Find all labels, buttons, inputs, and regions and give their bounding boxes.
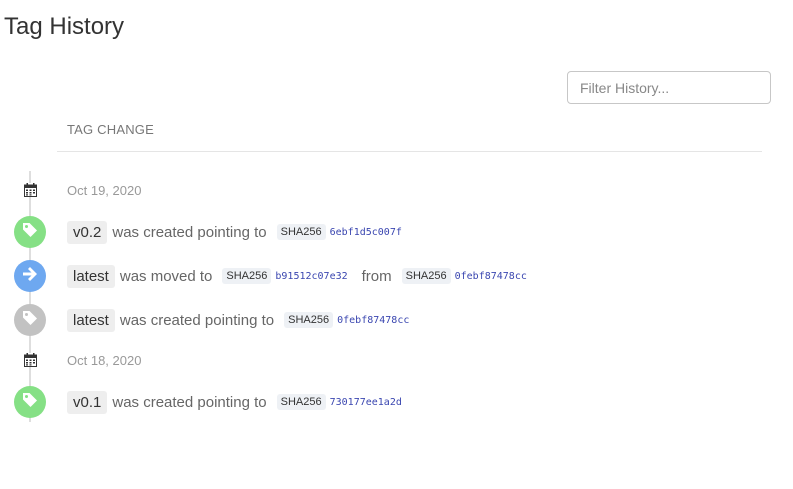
manifest-digest-link[interactable]: b91512c07e32 <box>275 271 347 282</box>
tag-change-row: latest was created pointing to SHA256 0f… <box>0 303 409 337</box>
tag-created-badge <box>14 304 46 336</box>
tag-icon <box>21 391 39 414</box>
from-text: from <box>361 267 392 285</box>
filter-history-input[interactable] <box>567 71 771 104</box>
date-row: Oct 19, 2020 <box>0 173 141 207</box>
manifest-digest-link[interactable]: 6ebf1d5c007f <box>330 227 402 238</box>
tag-name[interactable]: v0.1 <box>67 390 108 414</box>
manifest-digest-link[interactable]: 0febf87478cc <box>337 315 409 326</box>
tag-change-row: latest was moved to SHA256 b91512c07e32 … <box>0 259 527 293</box>
arrow-right-icon <box>21 265 39 288</box>
column-header-tag-change: TAG CHANGE <box>67 122 154 137</box>
sha-label: SHA256 <box>276 224 326 240</box>
date-label: Oct 19, 2020 <box>67 182 142 198</box>
tag-created-badge <box>14 386 46 418</box>
tag-icon <box>21 309 39 332</box>
header-divider <box>57 151 762 152</box>
tag-name[interactable]: latest <box>67 308 115 332</box>
page-title: Tag History <box>4 13 125 40</box>
action-text: was created pointing to <box>112 223 267 241</box>
action-text: was created pointing to <box>119 311 275 329</box>
sha-label: SHA256 <box>284 312 334 328</box>
action-text: was moved to <box>119 267 213 285</box>
manifest-digest-link[interactable]: 0febf87478cc <box>455 271 527 282</box>
sha-label: SHA256 <box>276 394 326 410</box>
tag-moved-badge <box>14 260 46 292</box>
tag-icon <box>21 221 39 244</box>
sha-label: SHA256 <box>222 268 272 284</box>
action-text: was created pointing to <box>112 393 267 411</box>
calendar-icon <box>23 183 37 197</box>
sha-label: SHA256 <box>401 268 451 284</box>
tag-change-row: v0.2 was created pointing to SHA256 6ebf… <box>0 215 402 249</box>
date-row: Oct 18, 2020 <box>0 343 141 377</box>
manifest-digest-link[interactable]: 730177ee1a2d <box>330 397 402 408</box>
tag-created-badge <box>14 216 46 248</box>
tag-name[interactable]: latest <box>67 264 115 288</box>
tag-name[interactable]: v0.2 <box>67 220 108 244</box>
date-label: Oct 18, 2020 <box>67 352 142 368</box>
calendar-icon <box>23 353 37 367</box>
tag-change-row: v0.1 was created pointing to SHA256 7301… <box>0 385 402 419</box>
